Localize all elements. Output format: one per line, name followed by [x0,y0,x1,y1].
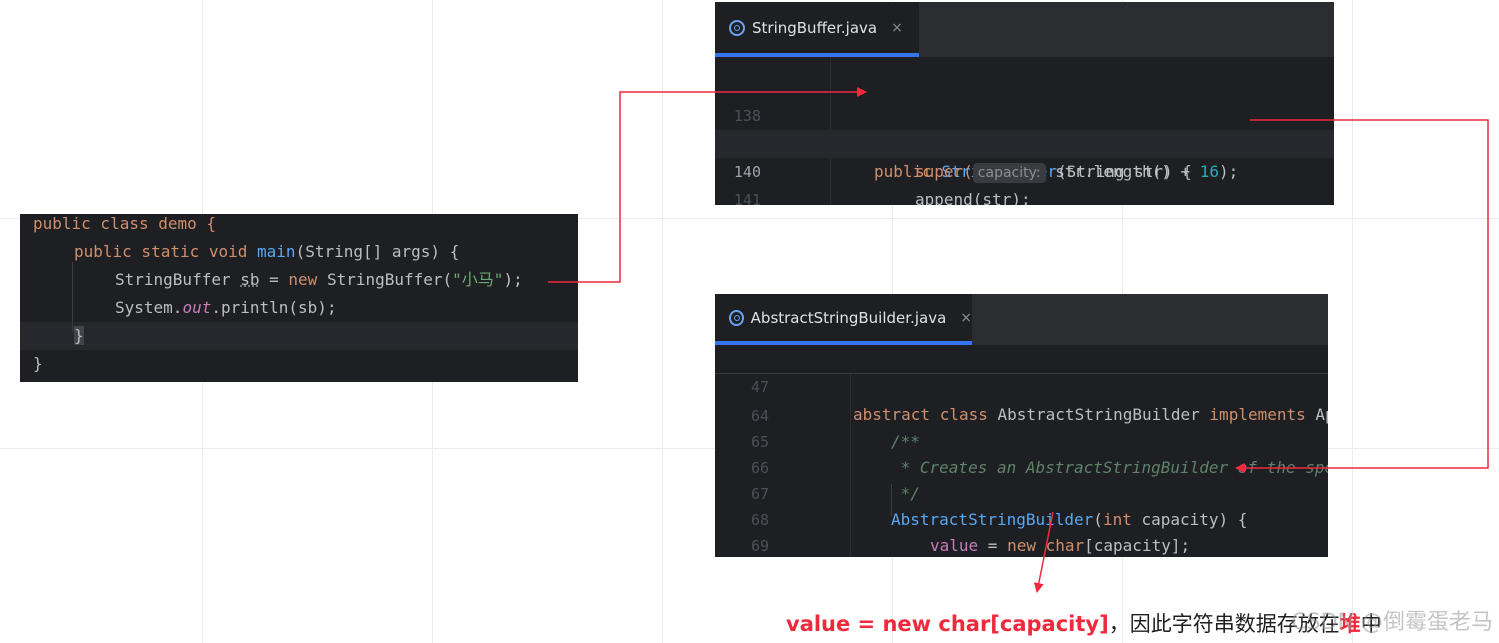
arrow-super-call [1235,119,1489,473]
connector-arrows [548,87,1489,593]
caption-code-highlight: value = new char[capacity] [786,612,1109,636]
arrow-constructor-call [548,87,867,283]
arrow-to-caption [1033,511,1054,593]
watermark: CSDN @倒霉蛋老马 [1291,610,1493,635]
